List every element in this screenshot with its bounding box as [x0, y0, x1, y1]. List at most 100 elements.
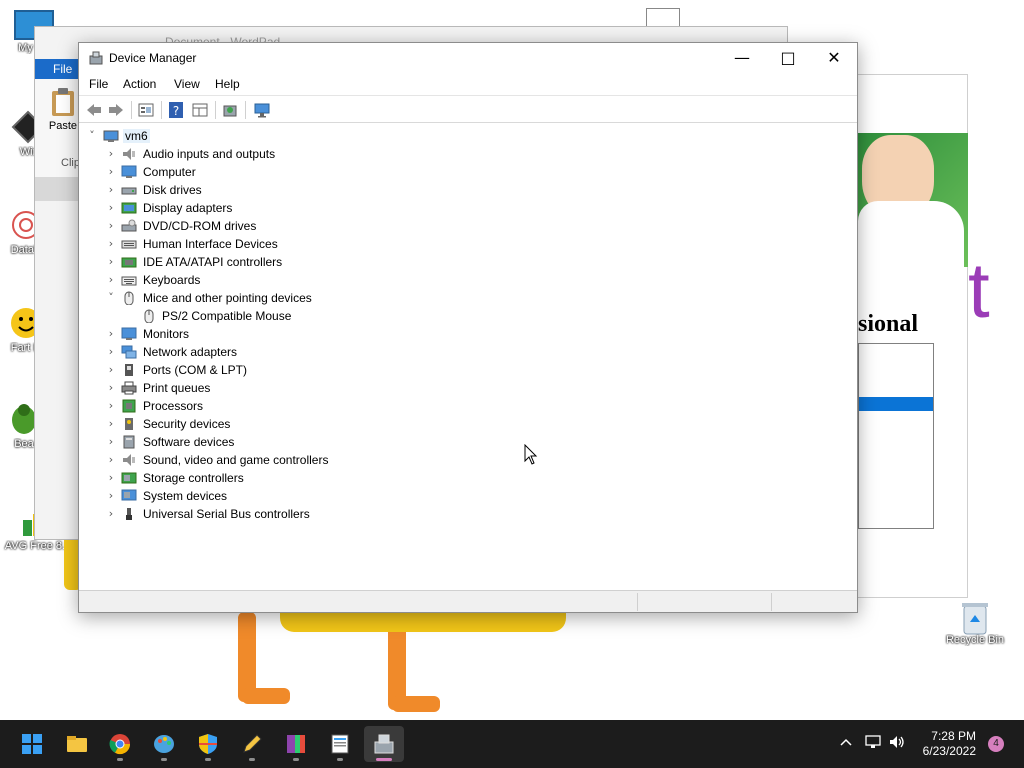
- printer-icon: [121, 381, 137, 395]
- tree-category[interactable]: › Processors: [79, 397, 857, 415]
- chevron-right-icon[interactable]: ›: [104, 235, 118, 253]
- tree-category[interactable]: › System devices: [79, 487, 857, 505]
- taskbar-winrar[interactable]: [276, 726, 316, 762]
- tree-category[interactable]: › Security devices: [79, 415, 857, 433]
- toolbar-separator: [131, 101, 132, 119]
- tree-category[interactable]: › Software devices: [79, 433, 857, 451]
- chevron-right-icon[interactable]: ›: [104, 487, 118, 505]
- chevron-right-icon[interactable]: ›: [104, 379, 118, 397]
- tree-category[interactable]: › Ports (COM & LPT): [79, 361, 857, 379]
- big-letter: t: [968, 246, 990, 334]
- tree-node-label: Audio inputs and outputs: [143, 147, 276, 161]
- background-window[interactable]: t sional: [855, 74, 990, 598]
- back-arrow-icon[interactable]: [85, 101, 103, 119]
- tree-category[interactable]: › Network adapters: [79, 343, 857, 361]
- tree-category[interactable]: › Universal Serial Bus controllers: [79, 505, 857, 523]
- hid-icon: [121, 237, 137, 251]
- chevron-right-icon[interactable]: ›: [104, 199, 118, 217]
- chevron-right-icon[interactable]: ›: [104, 415, 118, 433]
- tree-category[interactable]: › Storage controllers: [79, 469, 857, 487]
- taskbar-start-button[interactable]: [12, 726, 52, 762]
- taskbar-file-explorer[interactable]: [57, 726, 97, 762]
- chevron-right-icon[interactable]: ›: [104, 271, 118, 289]
- heading-fragment: sional: [858, 311, 919, 337]
- chevron-up-icon[interactable]: [838, 734, 854, 750]
- chevron-right-icon[interactable]: ›: [104, 433, 118, 451]
- menu-file[interactable]: File: [89, 77, 108, 91]
- taskbar-security[interactable]: [188, 726, 228, 762]
- tree-node-label: Software devices: [143, 435, 235, 449]
- running-indicator: [337, 758, 343, 761]
- close-button[interactable]: ✕: [811, 43, 857, 73]
- forward-arrow-icon[interactable]: [107, 101, 125, 119]
- network-icon[interactable]: [864, 734, 882, 750]
- device-manager-window[interactable]: Device Manager — □ ✕ File Action View He…: [78, 42, 858, 613]
- properties-icon[interactable]: [137, 101, 155, 119]
- chevron-down-icon[interactable]: ˅: [85, 127, 99, 145]
- minimize-button[interactable]: —: [719, 43, 765, 73]
- chevron-right-icon[interactable]: ›: [104, 343, 118, 361]
- chevron-right-icon[interactable]: ›: [104, 253, 118, 271]
- notification-badge[interactable]: 4: [988, 736, 1004, 752]
- tree-category[interactable]: › Human Interface Devices: [79, 235, 857, 253]
- window-title: Device Manager: [109, 51, 197, 65]
- chevron-right-icon[interactable]: ›: [104, 505, 118, 523]
- paste-label: Paste: [48, 120, 78, 132]
- selected-row[interactable]: [859, 397, 933, 411]
- tree-category[interactable]: › Print queues: [79, 379, 857, 397]
- tree-category[interactable]: › Keyboards: [79, 271, 857, 289]
- running-indicator: [376, 758, 392, 761]
- device-manager-icon: [373, 733, 395, 755]
- maximize-button[interactable]: □: [765, 43, 811, 73]
- taskbar-device-manager[interactable]: [364, 726, 404, 762]
- tree-category[interactable]: › Display adapters: [79, 199, 857, 217]
- windows-logo-icon: [21, 733, 43, 755]
- tree-category[interactable]: ˅ Mice and other pointing devices: [79, 289, 857, 307]
- tree-category[interactable]: › Disk drives: [79, 181, 857, 199]
- chevron-right-icon[interactable]: ›: [104, 181, 118, 199]
- system-devices-icon: [121, 489, 137, 503]
- tree-category[interactable]: › Audio inputs and outputs: [79, 145, 857, 163]
- taskbar-wordpad[interactable]: [320, 726, 360, 762]
- chevron-right-icon[interactable]: ›: [104, 325, 118, 343]
- taskbar-sketch[interactable]: [232, 726, 272, 762]
- usb-icon: [121, 507, 137, 521]
- tree-node-label: Security devices: [143, 417, 231, 431]
- running-indicator: [161, 758, 167, 761]
- tree-category[interactable]: › Computer: [79, 163, 857, 181]
- display-monitor-icon[interactable]: [253, 101, 271, 119]
- desktop-icon-recycle-bin[interactable]: Recycle Bin: [935, 598, 1015, 646]
- tree-node-label: Mice and other pointing devices: [143, 291, 312, 305]
- tree-category[interactable]: › Monitors: [79, 325, 857, 343]
- paint-palette-icon: [153, 733, 175, 755]
- chevron-right-icon[interactable]: ›: [104, 217, 118, 235]
- chevron-right-icon[interactable]: ›: [104, 145, 118, 163]
- document-icon[interactable]: [646, 8, 680, 28]
- device-manager-icon: [89, 51, 103, 65]
- chevron-right-icon[interactable]: ›: [104, 397, 118, 415]
- details-view-icon[interactable]: [191, 101, 209, 119]
- tree-category[interactable]: › DVD/CD-ROM drives: [79, 217, 857, 235]
- paste-button[interactable]: Paste: [45, 87, 81, 132]
- tree-root[interactable]: ˅ vm6: [79, 127, 857, 145]
- menu-action[interactable]: Action: [123, 77, 156, 91]
- chevron-right-icon[interactable]: ›: [104, 361, 118, 379]
- menu-help[interactable]: Help: [215, 77, 240, 91]
- volume-icon[interactable]: [888, 734, 906, 750]
- tree-category[interactable]: › IDE ATA/ATAPI controllers: [79, 253, 857, 271]
- chevron-right-icon[interactable]: ›: [104, 469, 118, 487]
- taskbar-clock[interactable]: 7:28 PM 6/23/2022: [923, 729, 976, 759]
- chevron-right-icon[interactable]: ›: [104, 451, 118, 469]
- taskbar-chrome[interactable]: [100, 726, 140, 762]
- title-bar[interactable]: Device Manager — □ ✕: [79, 43, 857, 73]
- chevron-right-icon[interactable]: ›: [104, 163, 118, 181]
- tree-category[interactable]: › Sound, video and game controllers: [79, 451, 857, 469]
- menu-view[interactable]: View: [174, 77, 200, 91]
- scan-hardware-icon[interactable]: [221, 101, 239, 119]
- taskbar-paint[interactable]: [144, 726, 184, 762]
- chevron-down-icon[interactable]: ˅: [104, 289, 118, 307]
- tree-device[interactable]: PS/2 Compatible Mouse: [79, 307, 857, 325]
- running-indicator: [293, 758, 299, 761]
- toolbar-separator: [245, 101, 246, 119]
- help-icon[interactable]: ?: [167, 101, 185, 119]
